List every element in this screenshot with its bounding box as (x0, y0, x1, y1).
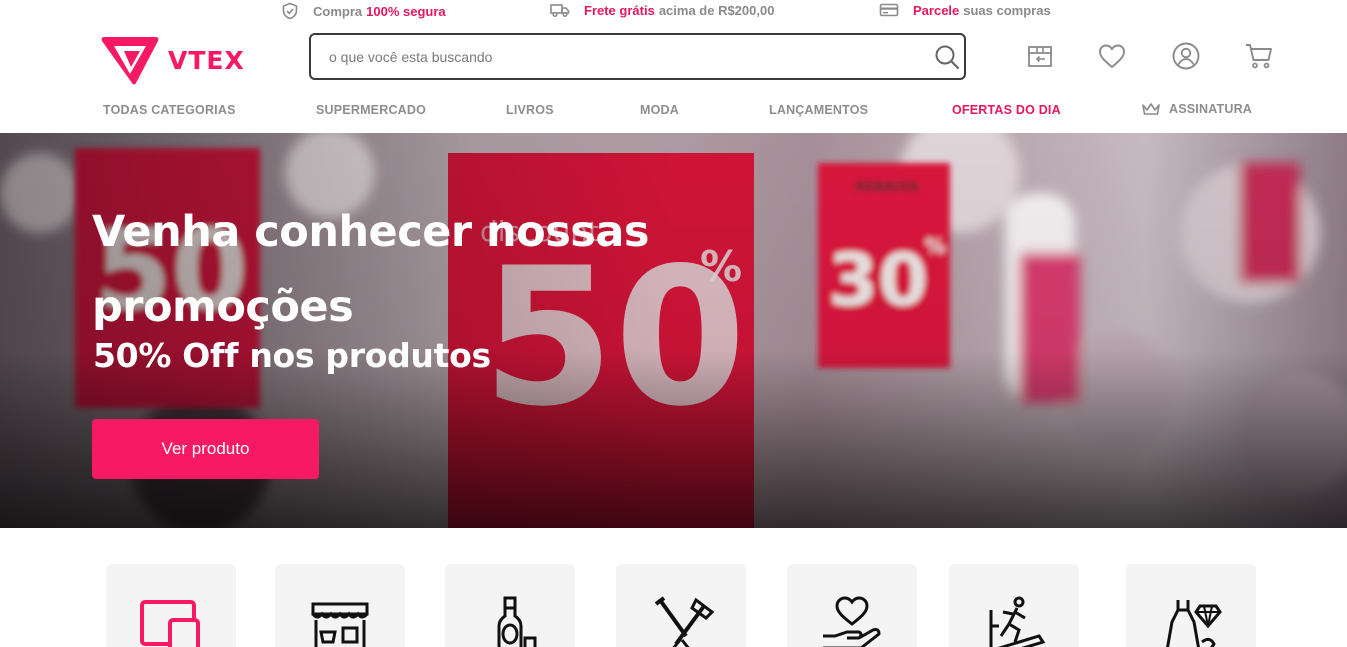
hero-banner: 50 50 % discount 30 % REBAIXA Venha conh… (0, 133, 1347, 528)
category-card-drinks[interactable] (445, 564, 575, 647)
heart-icon (1099, 44, 1125, 69)
category-card-fashion[interactable] (1126, 564, 1256, 647)
nav-item-daily-deals[interactable]: OFERTAS DO DIA (952, 103, 1061, 117)
account-button[interactable] (1171, 41, 1201, 71)
orders-button[interactable] (1025, 41, 1055, 71)
installments-suffix: suas compras (963, 2, 1051, 18)
category-card-health[interactable] (787, 564, 917, 647)
nav-item-all-categories[interactable]: TODAS CATEGORIAS (103, 103, 236, 117)
crown-icon (1142, 103, 1160, 115)
free-shipping-info: Frete grátis acima de R$200,00 (550, 2, 774, 18)
wishlist-button[interactable] (1097, 41, 1127, 71)
nav-item-supermarket[interactable]: SUPERMERCADO (316, 103, 426, 117)
box-return-icon (1028, 46, 1052, 67)
search-button[interactable] (932, 42, 962, 72)
user-icon (1172, 42, 1200, 70)
secure-purchase-info: Compra 100% segura (281, 2, 450, 20)
hero-subtitle: 50% Off nos produtos (93, 336, 491, 375)
category-card-market[interactable] (275, 564, 405, 647)
subscription-label: ASSINATURA (1169, 102, 1253, 116)
top-info-bar: Compra 100% segura Frete grátis acima de… (0, 0, 1347, 22)
secure-highlight: 100% segura (366, 3, 446, 19)
drinks-icon (497, 596, 537, 647)
shipping-highlight: Frete grátis (584, 2, 655, 18)
installments-highlight: Parcele (913, 2, 960, 18)
shipping-suffix: acima de R$200,00 (658, 2, 775, 18)
search-bar (309, 33, 966, 80)
hero-title: Venha conhecer nossas promoções (92, 207, 650, 332)
cart-button[interactable] (1244, 41, 1274, 71)
search-input[interactable] (329, 46, 919, 68)
search-icon (935, 45, 960, 70)
devices-icon (140, 600, 200, 647)
nav-item-subscription[interactable]: ASSINATURA (1141, 101, 1252, 117)
logo-text: VTEX (168, 45, 245, 75)
fashion-icon (1166, 600, 1222, 647)
category-card-fitness[interactable] (949, 564, 1079, 647)
truck-icon (550, 4, 570, 18)
category-card-tools[interactable] (616, 564, 746, 647)
category-nav: TODAS CATEGORIAS SUPERMERCADO LIVROS MOD… (0, 101, 1347, 121)
nav-item-fashion[interactable]: MODA (640, 103, 679, 117)
category-shortcuts (0, 560, 1347, 647)
secure-prefix: Compra (313, 3, 363, 19)
fitness-icon (989, 596, 1046, 647)
nav-item-releases[interactable]: LANÇAMENTOS (769, 103, 868, 117)
vtex-logo-mark-icon (101, 37, 159, 85)
nav-item-books[interactable]: LIVROS (506, 103, 554, 117)
health-icon (823, 596, 881, 647)
market-icon (311, 602, 369, 647)
vtex-logo[interactable]: VTEX (100, 34, 245, 86)
category-card-devices[interactable] (106, 564, 236, 647)
view-product-button[interactable]: Ver produto (92, 419, 319, 479)
shield-icon (282, 2, 298, 20)
cart-icon (1246, 44, 1272, 69)
installments-info: Parcele suas compras (879, 2, 1051, 18)
tools-icon (654, 596, 715, 647)
credit-card-icon (879, 3, 899, 17)
